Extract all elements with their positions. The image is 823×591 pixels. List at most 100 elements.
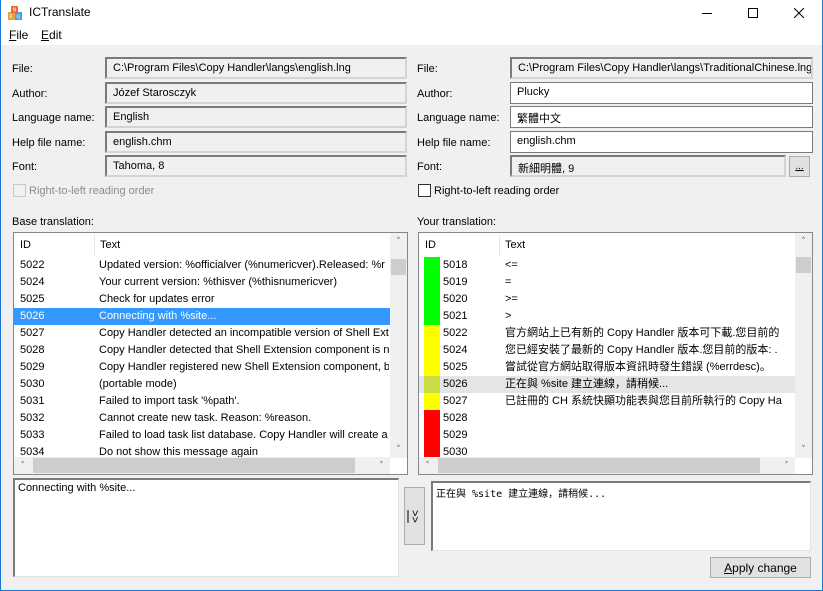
trans-col-text[interactable]: Text [499, 233, 525, 257]
row-id: 5025 [20, 293, 45, 305]
table-row[interactable]: 5030 (portable mode) [14, 376, 390, 393]
table-row[interactable]: 5025 嘗試從官方網站取得版本資訊時發生錯誤 (%errdesc)。 [419, 359, 795, 376]
table-row[interactable]: 5031 Failed to import task '%path'. [14, 393, 390, 410]
scroll-up-icon[interactable]: ˄ [795, 233, 812, 250]
apply-rest: pply change [732, 560, 797, 575]
scroll-left-icon[interactable]: ˂ [14, 457, 31, 474]
row-id: 5026 [20, 310, 45, 322]
translation-text-editor[interactable]: 正在與 %site 建立連線，請稍候... [431, 481, 811, 551]
menu-edit[interactable]: Edit [41, 28, 62, 42]
table-row[interactable]: 5021 > [419, 308, 795, 325]
app-icon: N F G [8, 6, 22, 21]
base-vscroll-thumb[interactable] [391, 259, 406, 275]
base-col-text[interactable]: Text [94, 233, 120, 257]
row-text: > [505, 310, 512, 322]
row-id: 5020 [443, 293, 468, 305]
app-window: N F G ICTranslate File Edit File: C:\Pro… [0, 0, 823, 591]
base-help-field: english.chm [105, 131, 407, 153]
trans-col-id[interactable]: ID [419, 233, 436, 257]
trans-rows: 5018 <= 5019 = 5020 >= 5021 >5022 官方網站上已有新的 Copy… [419, 257, 795, 461]
table-row[interactable]: 5027 已註冊的 CH 系統快顯功能表與您目前所執行的 Copy Ha [419, 393, 795, 410]
window-title: ICTranslate [29, 5, 91, 19]
scroll-right-icon[interactable]: ˃ [373, 457, 390, 474]
trans-rtl-label: Right-to-left reading order [434, 185, 560, 197]
status-changed-icon [424, 393, 440, 410]
scroll-down-icon[interactable]: ˅ [795, 441, 812, 458]
trans-help-input[interactable]: english.chm [510, 131, 813, 153]
table-row[interactable]: 5024 Your current version: %thisver (%thi… [14, 274, 390, 291]
table-row[interactable]: 5025 Check for updates error [14, 291, 390, 308]
close-button[interactable] [776, 0, 822, 26]
trans-rtl-checkbox[interactable] [418, 184, 431, 197]
apply-accel: A [724, 560, 733, 575]
table-row[interactable]: 5022 Updated version: %officialver (%nume… [14, 257, 390, 274]
scroll-down-icon[interactable]: ˅ [390, 441, 407, 458]
base-col-id[interactable]: ID [14, 233, 31, 257]
row-id: 5028 [443, 412, 468, 424]
row-id: 5018 [443, 259, 468, 271]
status-current-icon [424, 376, 440, 393]
row-text: Failed to load task list database. Copy … [99, 429, 389, 441]
scroll-up-icon[interactable]: ˄ [390, 233, 407, 250]
table-row[interactable]: 5026 正在與 %site 建立連線，請稍候... [419, 376, 795, 393]
base-text-editor[interactable]: Connecting with %site... [13, 478, 399, 577]
row-id: 5027 [20, 327, 45, 339]
table-row[interactable]: 5022 官方網站上已有新的 Copy Handler 版本可下載.您目前的 [419, 325, 795, 342]
table-row[interactable]: 5020 >= [419, 291, 795, 308]
status-ok-icon [424, 308, 440, 325]
status-ok-icon [424, 257, 440, 274]
copy-base-to-translation-button[interactable]: >> [404, 487, 425, 545]
apply-change-button[interactable]: Apply change [710, 557, 811, 578]
trans-author-input[interactable]: Plucky [510, 82, 813, 104]
base-hscrollbar[interactable]: ˂ ˃ [14, 457, 390, 474]
base-vscrollbar[interactable]: ˄ ˅ [390, 233, 407, 458]
close-icon [794, 8, 804, 18]
table-row[interactable]: 5032 Cannot create new task. Reason: %rea… [14, 410, 390, 427]
menu-edit-accel: E [41, 28, 50, 42]
minimize-button[interactable] [684, 0, 730, 26]
base-file-field: C:\Program Files\Copy Handler\langs\engl… [105, 57, 407, 79]
ellipsis-icon: ... [795, 161, 804, 172]
table-row[interactable]: 5028 [419, 410, 795, 427]
base-translation-list[interactable]: ID Text 5022 Updated version: %officialve… [13, 232, 408, 475]
trans-vscroll-thumb[interactable] [796, 257, 811, 273]
row-text: Cannot create new task. Reason: %reason. [99, 412, 312, 424]
trans-hscroll-thumb[interactable] [438, 458, 760, 473]
base-section-label: Base translation: [12, 216, 94, 228]
table-row[interactable]: 5024 您已經安裝了最新的 Copy Handler 版本.您目前的版本: . [419, 342, 795, 359]
base-hscroll-thumb[interactable] [33, 458, 355, 473]
trans-language-input[interactable]: 繁體中文 [510, 106, 813, 128]
table-row[interactable]: 5029 Copy Handler registered new Shell Ex… [14, 359, 390, 376]
table-row[interactable]: 5033 Failed to load task list database. C… [14, 427, 390, 444]
table-row[interactable]: 5029 [419, 427, 795, 444]
your-translation-list[interactable]: ID Text 5018 <= 5019 = 5020 >= 5021 >5022 官方網站上已… [418, 232, 813, 475]
trans-hscrollbar[interactable]: ˂ ˃ [419, 457, 795, 474]
maximize-icon [748, 8, 758, 18]
row-id: 5024 [443, 344, 468, 356]
row-text: 官方網站上已有新的 Copy Handler 版本可下載.您目前的 [505, 327, 780, 339]
scroll-right-icon[interactable]: ˃ [778, 457, 795, 474]
menu-file[interactable]: File [9, 28, 28, 42]
table-row[interactable]: 5018 <= [419, 257, 795, 274]
status-missing-icon [424, 427, 440, 444]
table-row[interactable]: 5019 = [419, 274, 795, 291]
table-row[interactable]: 5028 Copy Handler detected that Shell Ext… [14, 342, 390, 359]
row-text: Failed to import task '%path'. [99, 395, 240, 407]
choose-font-button[interactable]: ... [789, 156, 810, 177]
maximize-button[interactable] [730, 0, 776, 26]
row-id: 5029 [443, 429, 468, 441]
table-row[interactable]: 5027 Copy Handler detected an incompatibl… [14, 325, 390, 342]
base-author-field: Józef Starosczyk [105, 82, 407, 104]
svg-text:N: N [13, 8, 17, 14]
table-row[interactable]: 5026 Connecting with %site... [14, 308, 390, 325]
row-id: 5031 [20, 395, 45, 407]
svg-text:G: G [17, 15, 21, 21]
base-file-label: File: [12, 63, 33, 75]
row-id: 5025 [443, 361, 468, 373]
scroll-left-icon[interactable]: ˂ [419, 457, 436, 474]
base-language-field: English [105, 106, 407, 128]
status-missing-icon [424, 410, 440, 427]
row-id: 5030 [20, 378, 45, 390]
status-changed-icon [424, 325, 440, 342]
trans-vscrollbar[interactable]: ˄ ˅ [795, 233, 812, 458]
